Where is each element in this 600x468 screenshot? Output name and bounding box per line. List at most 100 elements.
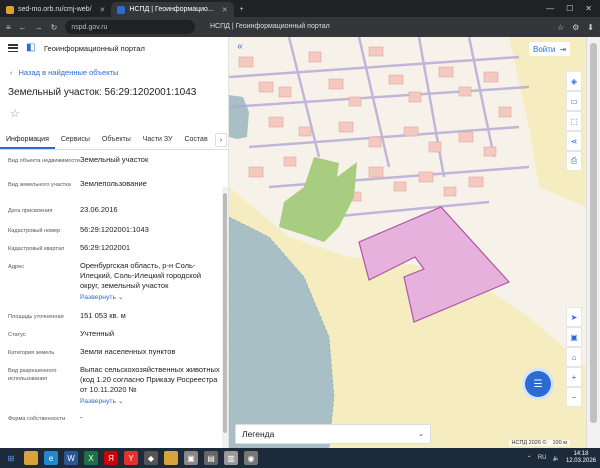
field-label: Площадь уточненная bbox=[8, 314, 64, 320]
login-button[interactable]: Войти ⇥ bbox=[529, 42, 571, 56]
site-favicon-icon bbox=[117, 5, 126, 14]
tray-arrow-icon[interactable]: ⌃ bbox=[527, 455, 532, 462]
portal-logo-icon: ◧ bbox=[26, 42, 36, 53]
scale-bar: 100 м bbox=[552, 440, 568, 446]
browser-tab-nspd[interactable]: НСПД | Геоинформацио... ✕ bbox=[111, 2, 234, 17]
tab-objects[interactable]: Объекты bbox=[96, 132, 137, 149]
chevron-down-icon: ⌄ bbox=[418, 431, 424, 438]
map-toolbar-top: ◈ ▭ ⬚ ⋖ ⎙ bbox=[566, 71, 582, 171]
close-tab-icon[interactable]: ✕ bbox=[222, 6, 228, 14]
back-icon[interactable]: ← bbox=[19, 23, 27, 32]
address-value: Оренбургская область, р-н Соль-Илецкий, … bbox=[80, 261, 202, 290]
field-value: - bbox=[80, 413, 83, 422]
share-icon[interactable]: ⋖ bbox=[566, 131, 582, 151]
system-tray: ⌃ RU 🔈 14:18 12.03.2026 bbox=[527, 451, 596, 465]
clock-date: 12.03.2026 bbox=[565, 458, 596, 464]
url-field[interactable]: nspd.gov.ru bbox=[65, 20, 196, 34]
tab-composition[interactable]: Состав bbox=[178, 132, 213, 149]
field-row: Статус Учтенный bbox=[0, 329, 222, 347]
field-label: Кадастровый квартал bbox=[8, 246, 65, 252]
field-value: 23.06.2016 bbox=[80, 205, 118, 214]
volume-icon[interactable]: 🔈 bbox=[552, 455, 559, 462]
language-indicator[interactable]: RU bbox=[538, 455, 547, 461]
download-icon[interactable]: ⬇ bbox=[587, 23, 594, 32]
expand-use-link[interactable]: Развернуть ⌄ bbox=[80, 397, 220, 407]
windows-start-icon[interactable]: ⊞ bbox=[4, 451, 18, 465]
url-text: nspd.gov.ru bbox=[71, 23, 108, 31]
app-icon[interactable]: ◆ bbox=[144, 451, 158, 465]
yandex-browser-icon[interactable]: Y bbox=[124, 451, 138, 465]
zoom-in-icon[interactable]: + bbox=[566, 367, 582, 387]
explorer-icon[interactable] bbox=[164, 451, 178, 465]
field-row: Категория земель Земли населенных пункто… bbox=[0, 347, 222, 365]
clock-time: 14:18 bbox=[573, 451, 589, 457]
hamburger-menu-icon[interactable] bbox=[8, 44, 18, 52]
minimize-icon[interactable]: — bbox=[546, 4, 554, 13]
panel-scrollbar[interactable] bbox=[222, 187, 228, 448]
excel-icon[interactable]: X bbox=[84, 451, 98, 465]
attribution-text: НСПД 2026 © bbox=[511, 440, 547, 446]
close-tab-icon[interactable]: ✕ bbox=[100, 6, 106, 14]
home-extent-icon[interactable]: ⌂ bbox=[566, 347, 582, 367]
field-row: Площадь уточненная 151 053 кв. м bbox=[0, 311, 222, 329]
field-value: Выпас сельскохозяйственных животных (код… bbox=[80, 365, 220, 413]
close-window-icon[interactable]: ✕ bbox=[585, 4, 592, 13]
edge-browser-icon[interactable]: e bbox=[44, 451, 58, 465]
field-value: 56:29:1202001 bbox=[80, 243, 131, 252]
permitted-use-value: Выпас сельскохозяйственных животных (код… bbox=[80, 365, 220, 394]
layers-icon[interactable]: ◈ bbox=[566, 71, 582, 91]
yandex-icon[interactable]: Я bbox=[104, 451, 118, 465]
tabs-scroll-right-icon[interactable]: › bbox=[215, 133, 227, 147]
app-icon[interactable]: ▣ bbox=[184, 451, 198, 465]
new-tab-button[interactable]: + bbox=[234, 2, 250, 17]
select-area-icon[interactable]: ⬚ bbox=[566, 111, 582, 131]
field-value: 151 053 кв. м bbox=[80, 311, 126, 320]
folder-icon[interactable] bbox=[24, 451, 38, 465]
screen-icon[interactable]: ▣ bbox=[566, 327, 582, 347]
tab-information[interactable]: Информация bbox=[0, 132, 55, 149]
collapse-panel-icon[interactable]: « bbox=[233, 40, 247, 54]
forward-icon[interactable]: → bbox=[35, 23, 43, 32]
field-label: Категория земель bbox=[8, 350, 55, 356]
extension-icon[interactable]: ⚙ bbox=[572, 23, 579, 32]
back-to-results-link[interactable]: ‹ Назад в найденные объекты bbox=[10, 68, 118, 77]
field-value: Земельный участок bbox=[80, 155, 149, 164]
tab-parts[interactable]: Части ЗУ bbox=[137, 132, 179, 149]
expand-address-link[interactable]: Развернуть ⌄ bbox=[80, 293, 220, 303]
tab-services[interactable]: Сервисы bbox=[55, 132, 96, 149]
map-view[interactable]: « Войти ⇥ ◈ ▭ ⬚ ⋖ ⎙ ➤ ▣ ⌂ + − ☰ Легенда … bbox=[229, 37, 586, 448]
menu-icon[interactable]: ≡ bbox=[6, 23, 11, 32]
legend-dropdown[interactable]: Легенда ⌄ bbox=[235, 424, 431, 444]
field-value: 56:29:1202001:1043 bbox=[80, 225, 149, 234]
chevron-left-icon: ‹ bbox=[10, 68, 13, 77]
app-icon[interactable]: ▤ bbox=[204, 451, 218, 465]
field-value: Оренбургская область, р-н Соль-Илецкий, … bbox=[80, 261, 220, 311]
site-favicon-icon bbox=[6, 5, 14, 14]
tab-label: sed-mo.orb.ru/cmj-web/ bbox=[18, 6, 92, 13]
card-icon[interactable]: ▭ bbox=[566, 91, 582, 111]
favorite-star-icon[interactable]: ☆ bbox=[10, 107, 20, 120]
zoom-out-icon[interactable]: − bbox=[566, 387, 582, 407]
bookmark-icon[interactable]: ☆ bbox=[557, 23, 564, 32]
clock[interactable]: 14:18 12.03.2026 bbox=[566, 451, 596, 465]
field-label: Кадастровый номер bbox=[8, 228, 61, 234]
word-icon[interactable]: W bbox=[64, 451, 78, 465]
browser-tab-sed[interactable]: sed-mo.orb.ru/cmj-web/ ✕ bbox=[0, 2, 111, 17]
object-info-panel: ◧ Геоинформационный портал ‹ Назад в най… bbox=[0, 37, 229, 448]
navigate-icon[interactable]: ➤ bbox=[566, 307, 582, 327]
field-row: Вид объекта недвижимости Земельный участ… bbox=[0, 155, 222, 179]
reload-icon[interactable]: ↻ bbox=[51, 23, 58, 32]
print-icon[interactable]: ⎙ bbox=[566, 151, 582, 171]
app-icon[interactable]: ▥ bbox=[224, 451, 238, 465]
map-attribution: НСПД 2026 © 100 м bbox=[508, 440, 570, 446]
maximize-icon[interactable]: ☐ bbox=[566, 4, 573, 13]
browser-tab-strip: sed-mo.orb.ru/cmj-web/ ✕ НСПД | Геоинфор… bbox=[0, 0, 600, 17]
back-label: Назад в найденные объекты bbox=[18, 68, 119, 77]
app-icon[interactable]: ◉ bbox=[244, 451, 258, 465]
page-scrollbar[interactable] bbox=[586, 37, 600, 448]
field-label: Статус bbox=[8, 332, 26, 338]
panel-header: ◧ Геоинформационный портал bbox=[0, 37, 228, 59]
field-label: Дата присвоения bbox=[8, 208, 53, 214]
window-controls: — ☐ ✕ bbox=[546, 4, 600, 13]
chat-assistant-icon[interactable]: ☰ bbox=[525, 371, 551, 397]
